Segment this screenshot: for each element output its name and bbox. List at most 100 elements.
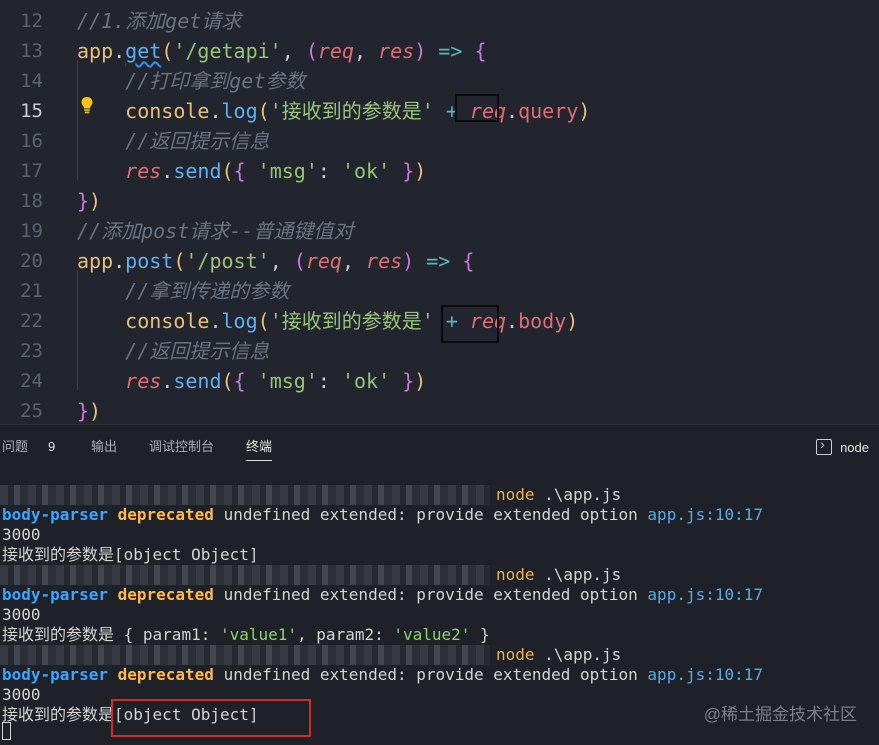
line-number: 12 <box>20 10 43 32</box>
log-object-part: , param2: <box>297 625 394 644</box>
log-object-value: 'value2' <box>393 625 471 644</box>
code-editor[interactable]: 25}) 24 res.send({ 'msg': 'ok' }) 23 //返回提… <box>0 0 879 424</box>
code-text: //拿到传递的参数 <box>77 276 289 306</box>
code-token: ( <box>221 159 234 183</box>
code-text: //返回提示信息 <box>77 126 269 156</box>
terminal-command-line: node .\app.js <box>496 485 621 505</box>
code-line[interactable]: 19 //添加post请求--普通键值对 <box>0 216 879 246</box>
line-number: 19 <box>20 220 43 242</box>
code-token: ( <box>173 249 186 273</box>
line-number: 17 <box>20 160 43 182</box>
deprecated-label: deprecated <box>117 585 214 604</box>
code-token: console <box>125 99 210 123</box>
code-token: //1.添加get请求 <box>77 9 242 33</box>
code-line[interactable]: 25}) <box>0 396 879 424</box>
source-link[interactable]: app.js:10:17 <box>647 505 763 524</box>
code-line[interactable]: 14 //打印拿到get参数 <box>0 66 879 96</box>
line-number: 13 <box>20 40 43 62</box>
line-number: 15 <box>20 100 43 122</box>
deprecation-warning: body-parser deprecated undefined extende… <box>2 665 763 685</box>
code-token: send <box>173 159 222 183</box>
port-output: 3000 <box>2 525 41 544</box>
code-token: app <box>77 249 114 273</box>
code-token: => <box>438 39 463 63</box>
code-token: : <box>317 369 342 393</box>
problems-count-badge: 9 <box>48 439 56 454</box>
code-token: ) <box>414 39 427 63</box>
code-line[interactable]: 15 console.log('接收到的参数是' + req.query) <box>0 96 879 126</box>
code-token: . <box>113 249 126 273</box>
code-token: ) <box>402 249 415 273</box>
terminal-icon <box>816 436 833 455</box>
code-line[interactable]: 22 console.log('接收到的参数是' + req.body) <box>0 306 879 336</box>
code-line[interactable]: 23 //返回提示信息 <box>0 336 879 366</box>
tab-debug-console[interactable]: 调试控制台 <box>149 425 214 469</box>
log-object-part: { param1: <box>123 625 220 644</box>
code-token: '/post' <box>185 249 270 273</box>
source-link[interactable]: app.js:10:17 <box>647 585 763 604</box>
command-node: node <box>496 565 535 584</box>
code-token: . <box>209 309 222 333</box>
code-text: //1.添加get请求 <box>77 6 241 36</box>
tab-problems[interactable]: 问题 <box>2 425 28 469</box>
tab-output[interactable]: 输出 <box>91 425 117 469</box>
code-token: app <box>77 39 114 63</box>
warning-text: undefined extended: provide extended opt… <box>213 665 648 684</box>
source-link[interactable]: app.js:10:17 <box>647 665 763 684</box>
code-token: ) <box>414 369 427 393</box>
code-line[interactable]: 20 app.post('/post', (req, res) => { <box>0 246 879 276</box>
code-token: . <box>113 39 126 63</box>
code-token: . <box>506 309 519 333</box>
deprecation-warning: body-parser deprecated undefined extende… <box>2 585 763 605</box>
code-line[interactable]: 12 //1.添加get请求 <box>0 6 879 36</box>
code-token: res <box>125 159 162 183</box>
code-text: console.log('接收到的参数是' + req.body) <box>77 306 578 336</box>
line-number: 24 <box>20 370 43 392</box>
deprecated-label: deprecated <box>117 505 214 524</box>
redacted-path <box>0 645 490 665</box>
indent-guide <box>77 60 78 180</box>
code-token: '接收到的参数是' <box>269 309 434 333</box>
port-output: 3000 <box>2 605 41 624</box>
panel-tab-bar: 问题 9 输出 调试控制台 终端 node <box>0 424 879 469</box>
code-token: ( <box>221 369 234 393</box>
code-token: ) <box>89 399 102 423</box>
code-line[interactable]: 21 //拿到传递的参数 <box>0 276 879 306</box>
code-token: } <box>77 189 90 213</box>
watermark: @稀土掘金技术社区 <box>703 705 857 724</box>
lightbulb-icon[interactable] <box>80 96 94 114</box>
code-token: } <box>402 159 415 183</box>
code-token: '/getapi' <box>173 39 282 63</box>
log-output: 接收到的参数是 { param1: 'value1', param2: 'val… <box>2 625 490 645</box>
terminal-selector[interactable]: node <box>816 425 879 469</box>
line-number: 21 <box>20 280 43 302</box>
code-token: req <box>317 39 354 63</box>
highlight-box-plus-body <box>441 305 499 343</box>
code-token: { <box>474 39 487 63</box>
code-text: }) <box>77 186 101 216</box>
code-line[interactable]: 17 res.send({ 'msg': 'ok' }) <box>0 156 879 186</box>
deprecation-warning: body-parser deprecated undefined extende… <box>2 505 763 525</box>
code-text: res.send({ 'msg': 'ok' }) <box>77 156 426 186</box>
code-line[interactable]: 24 res.send({ 'msg': 'ok' }) <box>0 366 879 396</box>
code-token: //返回提示信息 <box>77 339 270 363</box>
port-output: 3000 <box>2 685 41 704</box>
tab-terminal[interactable]: 终端 <box>246 425 273 469</box>
code-line[interactable]: 18}) <box>0 186 879 216</box>
terminal-output[interactable]: node .\app.js body-parser deprecated und… <box>0 468 879 745</box>
log-object-value: 'value1' <box>219 625 298 644</box>
log-object-part: } <box>470 625 490 644</box>
code-line[interactable]: 13 app.get('/getapi', (req, res) => { <box>0 36 879 66</box>
code-token: } <box>77 399 90 423</box>
code-text: //打印拿到get参数 <box>77 66 305 96</box>
code-token: //打印拿到get参数 <box>77 69 306 93</box>
code-line[interactable]: 16 //返回提示信息 <box>0 126 879 156</box>
highlight-box-plus-query <box>455 94 499 122</box>
code-token: console <box>125 309 210 333</box>
